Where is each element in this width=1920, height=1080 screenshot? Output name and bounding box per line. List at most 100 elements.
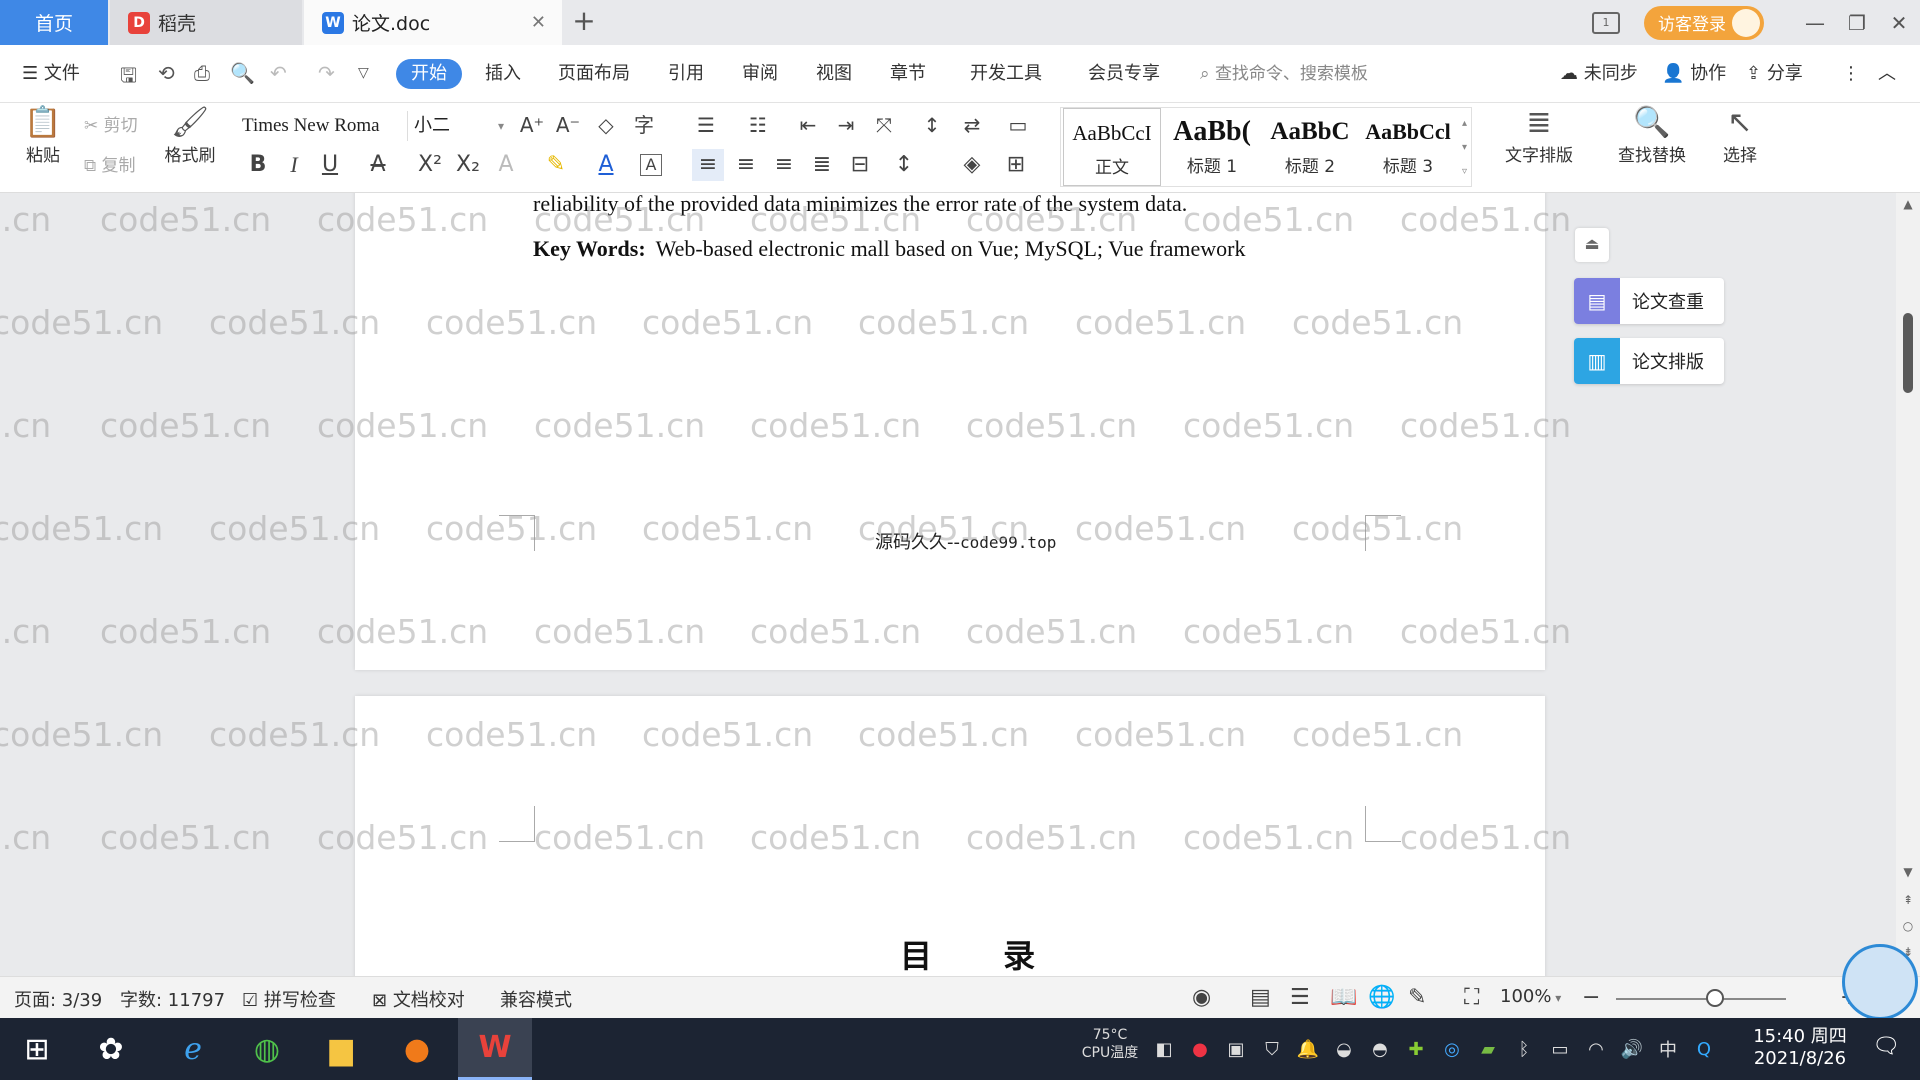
zoom-slider[interactable] (1616, 998, 1786, 1000)
bluetooth-icon[interactable]: ᛒ (1506, 1039, 1542, 1060)
share-button[interactable]: ⇪ 分享 (1746, 59, 1803, 89)
justify-icon[interactable]: ≣ (806, 149, 838, 181)
select-browse-icon[interactable]: ○ (1900, 919, 1916, 933)
ie-browser-icon[interactable]: ℯ (156, 1018, 230, 1080)
ime-indicator[interactable]: 中 (1650, 1036, 1686, 1062)
web-view-icon[interactable]: 🌐 (1368, 985, 1395, 1010)
qq-color-icon[interactable]: ◓ (1362, 1039, 1398, 1060)
styles-scroll-icon[interactable]: ▴ ▾ ▿ (1462, 112, 1467, 184)
minimize-icon[interactable]: — (1794, 11, 1836, 35)
zoom-out-icon[interactable]: − (1582, 985, 1600, 1010)
print-icon[interactable]: ⎙ (194, 61, 210, 85)
distributed-icon[interactable]: ⊟ (844, 149, 876, 181)
print-preview-icon[interactable]: 🔍 (230, 61, 255, 85)
menu-file[interactable]: ☰ 文件 (22, 59, 80, 89)
find-replace-button[interactable]: 🔍 查找替换 (1606, 105, 1698, 166)
collapse-ribbon-icon[interactable]: ︿ (1878, 59, 1896, 89)
close-tab-icon[interactable]: ✕ (531, 12, 546, 33)
windows-start-icon[interactable]: ⊞ (0, 1018, 74, 1080)
highlight-icon[interactable]: ✎ (540, 149, 572, 181)
scroll-up-icon[interactable]: ▲ (1900, 197, 1916, 211)
tab-start[interactable]: 开始 (396, 59, 462, 89)
tab-insert[interactable]: 插入 (485, 59, 521, 89)
strikethrough-icon[interactable]: A (362, 149, 394, 181)
sort-icon[interactable]: ↕ (916, 109, 948, 141)
scrollbar-thumb[interactable] (1903, 313, 1913, 393)
font-color-icon[interactable]: A (590, 149, 622, 181)
bold-icon[interactable]: B (242, 149, 274, 181)
tab-member[interactable]: 会员专享 (1088, 59, 1160, 89)
align-right-icon[interactable]: ≡ (768, 149, 800, 181)
search-q-icon[interactable]: Q (1686, 1039, 1722, 1060)
chinese-layout-icon[interactable]: ⤧ (868, 109, 900, 141)
tab-page-layout[interactable]: 页面布局 (558, 59, 630, 89)
more-options-icon[interactable]: ⋮ (1842, 59, 1860, 89)
clear-format-icon[interactable]: ◇ (590, 109, 622, 141)
word-count[interactable]: 字数: 11797 (120, 986, 225, 1012)
new-tab-button[interactable]: + (568, 6, 600, 38)
font-size-select[interactable]: 小二 ▾ (410, 111, 510, 141)
paper-format-button[interactable]: ▥ 论文排版 (1574, 338, 1724, 384)
bell-icon[interactable]: 🔔 (1290, 1039, 1326, 1060)
prev-page-icon[interactable]: ⇞ (1900, 893, 1916, 907)
paste-button[interactable]: 📋 粘贴 (18, 105, 68, 166)
char-border-icon[interactable]: A (640, 154, 662, 176)
spell-check-button[interactable]: ☑ 拼写检查 (242, 986, 336, 1012)
style-heading-3[interactable]: AaBbCcl 标题 3 (1359, 108, 1457, 186)
font-name-select[interactable]: Times New Roma (236, 111, 408, 141)
layout-icon[interactable]: 1 (1592, 11, 1620, 34)
shield-icon[interactable]: ⛉ (1254, 1039, 1290, 1060)
write-view-icon[interactable]: ✎ (1408, 985, 1426, 1010)
numbered-list-icon[interactable]: ☷ (742, 109, 774, 141)
select-button[interactable]: ↖ 选择 (1712, 105, 1768, 166)
restore-icon[interactable]: ❐ (1836, 11, 1878, 35)
volume-icon[interactable]: 🔊 (1614, 1039, 1650, 1060)
underline-icon[interactable]: U (314, 149, 346, 181)
command-search[interactable]: ⌕ 查找命令、搜索模板 (1200, 59, 1368, 89)
align-left-icon[interactable]: ≡ (692, 149, 724, 181)
text-effect-icon[interactable]: A (490, 149, 522, 181)
tab-docer[interactable]: D 稻壳 (110, 0, 302, 45)
reading-view-icon[interactable]: 📖 (1330, 985, 1357, 1010)
tab-document[interactable]: W 论文.doc ✕ (304, 0, 562, 45)
tray-blue-icon[interactable]: ◎ (1434, 1039, 1470, 1060)
cut-button[interactable]: ✂ 剪切 (84, 111, 138, 136)
show-marks-icon[interactable]: ⇄ (956, 109, 988, 141)
tray-green-icon[interactable]: ✚ (1398, 1039, 1434, 1060)
zoom-level[interactable]: 100% ▾ (1500, 986, 1561, 1007)
text-layout-button[interactable]: ≣ 文字排版 (1494, 105, 1584, 166)
fit-page-icon[interactable]: ⛶ (1464, 985, 1479, 1010)
notification-icon[interactable]: 🗨 (1872, 1034, 1902, 1064)
page-view-icon[interactable]: ▤ (1250, 985, 1271, 1010)
app-orange-icon[interactable]: ● (380, 1018, 454, 1080)
tray-app-icon[interactable]: ◧ (1146, 1039, 1182, 1060)
align-center-icon[interactable]: ≡ (730, 149, 762, 181)
sync-button[interactable]: ☁ 未同步 (1560, 59, 1638, 89)
qq-icon[interactable]: ◒ (1326, 1039, 1362, 1060)
borders-icon[interactable]: ⊞ (1000, 149, 1032, 181)
battery-icon[interactable]: ▭ (1542, 1039, 1578, 1060)
superscript-icon[interactable]: X² (414, 149, 446, 181)
format-painter-button[interactable]: 🖌 格式刷 (160, 105, 220, 166)
decrease-indent-icon[interactable]: ⇤ (792, 109, 824, 141)
login-button[interactable]: 访客登录 (1644, 5, 1764, 40)
line-spacing-icon[interactable]: ↕ (888, 149, 920, 181)
tray-window-icon[interactable]: ▣ (1218, 1039, 1254, 1060)
collaborate-button[interactable]: 👤 协作 (1662, 59, 1726, 89)
file-explorer-icon[interactable]: ▆ (304, 1018, 378, 1080)
grow-font-icon[interactable]: A⁺ (516, 109, 548, 141)
increase-indent-icon[interactable]: ⇥ (830, 109, 862, 141)
subscript-icon[interactable]: X₂ (452, 149, 484, 181)
document-page[interactable]: reliability of the provided data minimiz… (355, 193, 1545, 670)
shading-icon[interactable]: ◈ (956, 149, 988, 181)
wifi-icon[interactable]: ◠ (1578, 1039, 1614, 1060)
quick-access-more-icon[interactable]: ▽ (358, 65, 369, 81)
shrink-font-icon[interactable]: A⁻ (552, 109, 584, 141)
italic-icon[interactable]: I (278, 149, 310, 181)
bullet-list-icon[interactable]: ☰ (690, 109, 722, 141)
browser-360-icon[interactable]: ◍ (230, 1018, 304, 1080)
undo-icon[interactable]: ↶ (270, 61, 287, 85)
vertical-scrollbar[interactable]: ▲ ▼ ⇞ ○ ⇟ (1896, 193, 1920, 976)
tab-chapter[interactable]: 章节 (890, 59, 926, 89)
save-icon[interactable]: 🖫 (120, 61, 137, 95)
